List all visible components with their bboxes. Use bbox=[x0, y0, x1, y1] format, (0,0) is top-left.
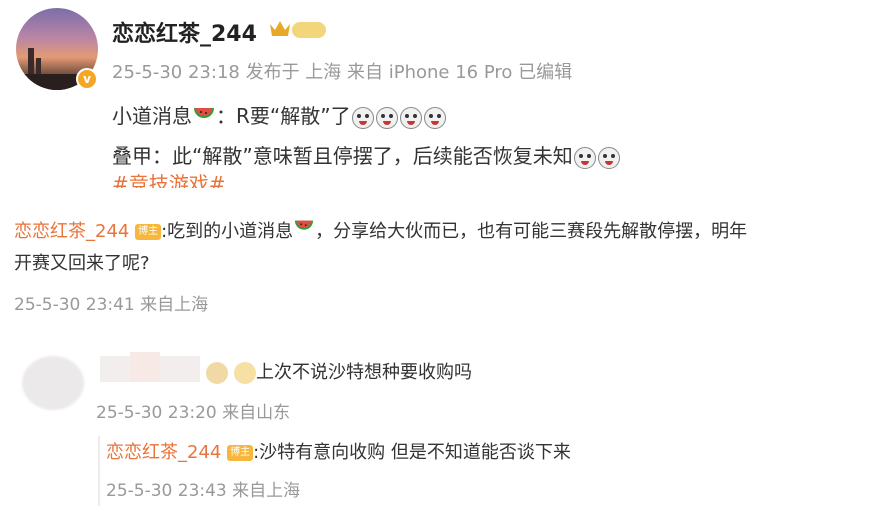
cry-emoji-icon bbox=[351, 106, 374, 129]
comment1-meta: 25-5-30 23:41 来自上海 bbox=[14, 295, 209, 315]
reply-thread-line bbox=[98, 436, 100, 506]
verified-icon: v bbox=[76, 68, 98, 90]
cat-emoji-icon bbox=[234, 362, 256, 384]
comment1: 恋恋红茶_244 博主:吃到的小道消息 ，分享给大伙而已，也有可能三赛段先解散停摆… bbox=[14, 216, 854, 280]
reply2: 恋恋红茶_244 博主:沙特有意向收购 但是不知道能否谈下来 bbox=[106, 442, 571, 463]
author-badge: 博主 bbox=[227, 445, 254, 461]
post-meta: 25-5-30 23:18 发布于 上海 来自 iPhone 16 Pro 已编… bbox=[112, 62, 573, 83]
dog-emoji-icon bbox=[206, 362, 228, 384]
post-line2: 叠甲：此“解散”意味暂且停摆了，后续能否恢复未知 bbox=[112, 140, 621, 169]
cry-emoji-icon bbox=[375, 106, 398, 129]
post-author-name[interactable]: 恋恋红茶_244 bbox=[112, 22, 257, 47]
author-badge: 博主 bbox=[135, 224, 162, 240]
hashtag-link[interactable]: #竞技游戏# bbox=[112, 174, 226, 188]
reply1-meta: 25-5-30 23:20 来自山东 bbox=[96, 403, 291, 423]
cry-emoji-icon bbox=[573, 146, 596, 169]
post-line1: 小道消息 ：R要“解散”了 bbox=[112, 100, 447, 131]
crown-icon bbox=[268, 18, 292, 38]
post-author[interactable]: 恋恋红茶_244 bbox=[112, 16, 257, 48]
vip-badge bbox=[292, 22, 326, 38]
comment1-author[interactable]: 恋恋红茶_244 bbox=[14, 221, 129, 242]
watermelon-icon bbox=[293, 216, 315, 248]
reply2-meta: 25-5-30 23:43 来自上海 bbox=[106, 481, 301, 501]
cry-emoji-icon bbox=[597, 146, 620, 169]
watermelon-icon bbox=[192, 104, 216, 131]
cry-emoji-icon bbox=[423, 106, 446, 129]
reply1-avatar[interactable] bbox=[22, 356, 84, 410]
cry-emoji-icon bbox=[399, 106, 422, 129]
reply1-text: 上次不说沙特想种要收购吗 bbox=[206, 358, 472, 384]
reply2-author[interactable]: 恋恋红茶_244 bbox=[106, 442, 221, 463]
reply1-author-blurred-2 bbox=[130, 352, 160, 382]
